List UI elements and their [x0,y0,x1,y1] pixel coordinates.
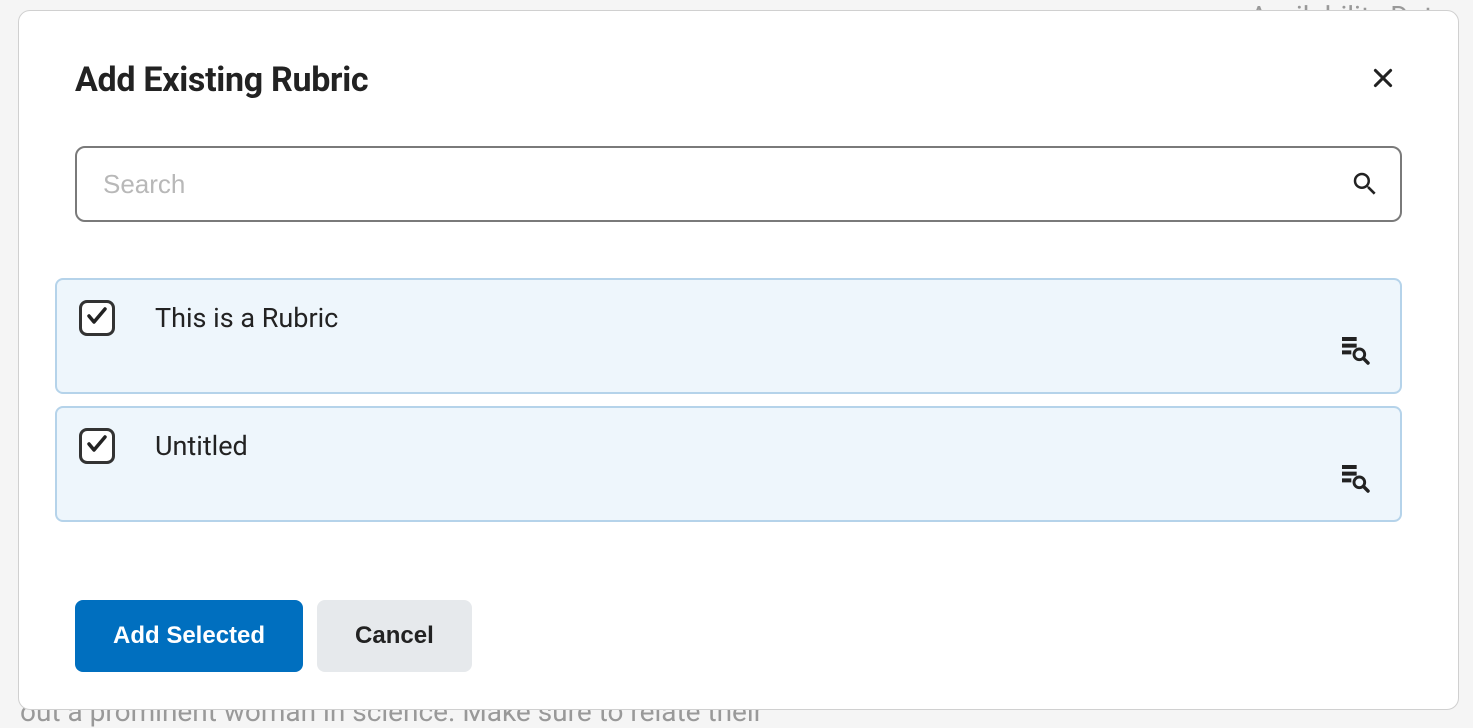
preview-rubric-button[interactable] [1334,329,1374,372]
rubric-checkbox[interactable] [79,428,115,464]
close-button[interactable] [1364,59,1402,100]
modal-footer-buttons: Add Selected Cancel [75,600,1402,672]
close-icon [1370,65,1396,94]
search-field-wrapper [75,146,1402,222]
modal-title: Add Existing Rubric [75,60,368,100]
checkmark-icon [85,304,109,332]
rubric-checkbox[interactable] [79,300,115,336]
cancel-button[interactable]: Cancel [317,600,472,672]
rubric-label: Untitled [155,426,248,462]
add-selected-button[interactable]: Add Selected [75,600,303,672]
preview-rubric-icon [1338,333,1370,368]
rubric-list: This is a Rubric Untitl [55,278,1402,522]
search-input[interactable] [75,146,1402,222]
rubric-row[interactable]: This is a Rubric [55,278,1402,394]
rubric-label: This is a Rubric [155,298,338,334]
preview-rubric-button[interactable] [1334,457,1374,500]
checkmark-icon [85,432,109,460]
add-existing-rubric-modal: Add Existing Rubric [18,10,1459,710]
modal-header: Add Existing Rubric [75,59,1402,100]
rubric-row[interactable]: Untitled [55,406,1402,522]
preview-rubric-icon [1338,461,1370,496]
